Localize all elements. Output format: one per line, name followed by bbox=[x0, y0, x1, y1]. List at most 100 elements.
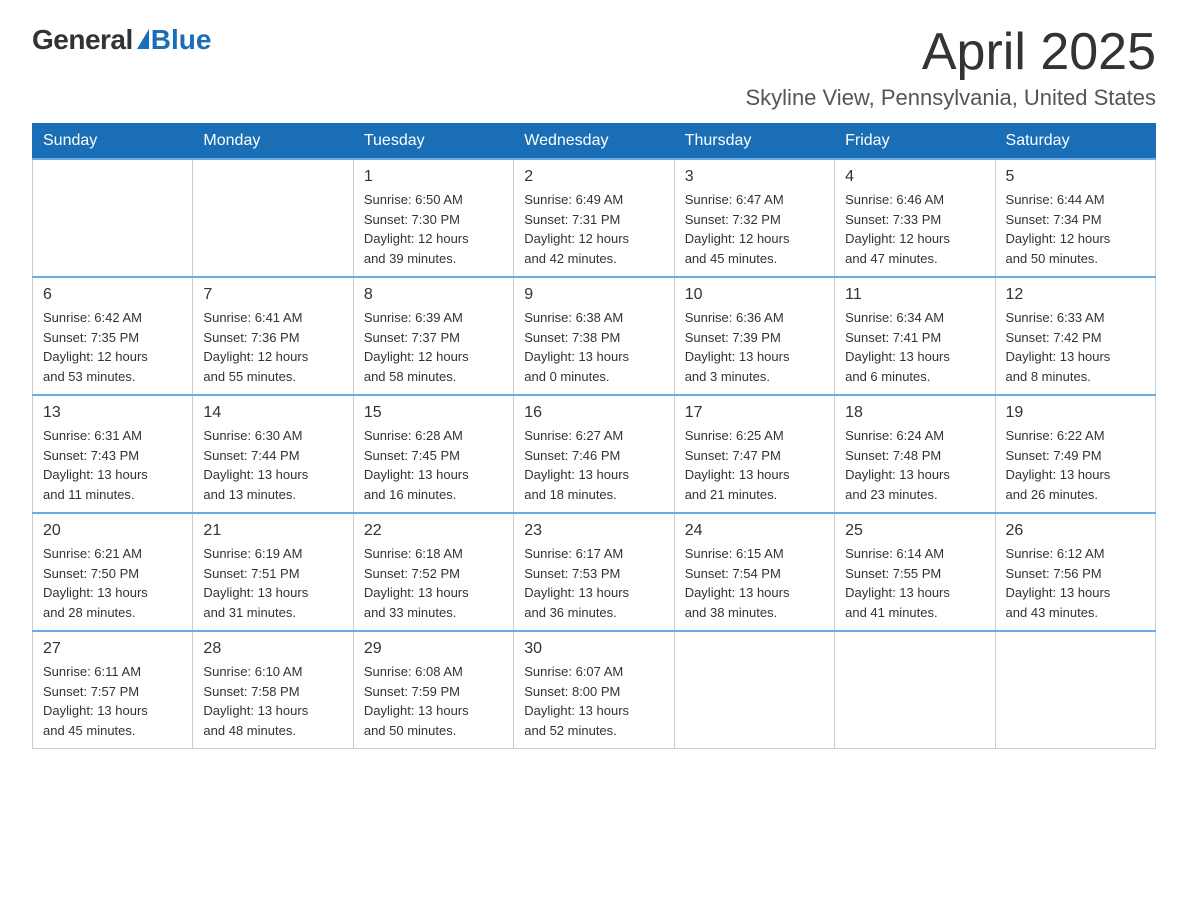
calendar-header-row: SundayMondayTuesdayWednesdayThursdayFrid… bbox=[33, 124, 1156, 160]
calendar-cell: 21 Sunrise: 6:19 AMSunset: 7:51 PMDayligh… bbox=[193, 513, 353, 631]
day-number: 30 bbox=[524, 640, 663, 658]
day-info: Sunrise: 6:07 AMSunset: 8:00 PMDaylight:… bbox=[524, 662, 663, 740]
calendar-cell: 13 Sunrise: 6:31 AMSunset: 7:43 PMDayligh… bbox=[33, 395, 193, 513]
calendar-cell: 18 Sunrise: 6:24 AMSunset: 7:48 PMDayligh… bbox=[835, 395, 995, 513]
day-number: 5 bbox=[1006, 168, 1145, 186]
day-info: Sunrise: 6:31 AMSunset: 7:43 PMDaylight:… bbox=[43, 426, 182, 504]
calendar-cell: 19 Sunrise: 6:22 AMSunset: 7:49 PMDayligh… bbox=[995, 395, 1155, 513]
calendar-cell: 3 Sunrise: 6:47 AMSunset: 7:32 PMDaylight… bbox=[674, 159, 834, 277]
page-header: General Blue April 2025 Skyline View, Pe… bbox=[32, 24, 1156, 111]
header-saturday: Saturday bbox=[995, 124, 1155, 160]
day-info: Sunrise: 6:44 AMSunset: 7:34 PMDaylight:… bbox=[1006, 190, 1145, 268]
calendar-cell: 15Sunrise: 6:28 AMSunset: 7:45 PMDayligh… bbox=[353, 395, 513, 513]
day-number: 20 bbox=[43, 522, 182, 540]
calendar-week-row: 27 Sunrise: 6:11 AMSunset: 7:57 PMDayligh… bbox=[33, 631, 1156, 749]
logo: General Blue bbox=[32, 24, 211, 56]
day-number: 14 bbox=[203, 404, 342, 422]
day-info: Sunrise: 6:38 AMSunset: 7:38 PMDaylight:… bbox=[524, 308, 663, 386]
day-info: Sunrise: 6:17 AMSunset: 7:53 PMDaylight:… bbox=[524, 544, 663, 622]
day-info: Sunrise: 6:24 AMSunset: 7:48 PMDaylight:… bbox=[845, 426, 984, 504]
calendar-cell: 28 Sunrise: 6:10 AMSunset: 7:58 PMDayligh… bbox=[193, 631, 353, 749]
day-info: Sunrise: 6:15 AMSunset: 7:54 PMDaylight:… bbox=[685, 544, 824, 622]
calendar-cell: 17Sunrise: 6:25 AMSunset: 7:47 PMDayligh… bbox=[674, 395, 834, 513]
day-info: Sunrise: 6:21 AMSunset: 7:50 PMDaylight:… bbox=[43, 544, 182, 622]
day-number: 7 bbox=[203, 286, 342, 304]
day-info: Sunrise: 6:12 AMSunset: 7:56 PMDaylight:… bbox=[1006, 544, 1145, 622]
day-info: Sunrise: 6:49 AMSunset: 7:31 PMDaylight:… bbox=[524, 190, 663, 268]
day-number: 29 bbox=[364, 640, 503, 658]
calendar-cell: 24 Sunrise: 6:15 AMSunset: 7:54 PMDayligh… bbox=[674, 513, 834, 631]
day-info: Sunrise: 6:50 AMSunset: 7:30 PMDaylight:… bbox=[364, 190, 503, 268]
calendar-cell bbox=[674, 631, 834, 749]
logo-general-text: General bbox=[32, 24, 133, 56]
calendar-cell bbox=[33, 159, 193, 277]
day-info: Sunrise: 6:11 AMSunset: 7:57 PMDaylight:… bbox=[43, 662, 182, 740]
day-info: Sunrise: 6:22 AMSunset: 7:49 PMDaylight:… bbox=[1006, 426, 1145, 504]
title-section: April 2025 Skyline View, Pennsylvania, U… bbox=[746, 24, 1157, 111]
calendar-cell: 30 Sunrise: 6:07 AMSunset: 8:00 PMDayligh… bbox=[514, 631, 674, 749]
day-info: Sunrise: 6:41 AMSunset: 7:36 PMDaylight:… bbox=[203, 308, 342, 386]
day-info: Sunrise: 6:30 AMSunset: 7:44 PMDaylight:… bbox=[203, 426, 342, 504]
calendar-cell: 8Sunrise: 6:39 AMSunset: 7:37 PMDaylight… bbox=[353, 277, 513, 395]
calendar-week-row: 6 Sunrise: 6:42 AMSunset: 7:35 PMDaylight… bbox=[33, 277, 1156, 395]
day-number: 6 bbox=[43, 286, 182, 304]
calendar-cell: 26 Sunrise: 6:12 AMSunset: 7:56 PMDayligh… bbox=[995, 513, 1155, 631]
day-number: 19 bbox=[1006, 404, 1145, 422]
calendar-cell: 29Sunrise: 6:08 AMSunset: 7:59 PMDayligh… bbox=[353, 631, 513, 749]
logo-blue-text: Blue bbox=[151, 24, 212, 56]
day-number: 18 bbox=[845, 404, 984, 422]
day-info: Sunrise: 6:19 AMSunset: 7:51 PMDaylight:… bbox=[203, 544, 342, 622]
day-number: 28 bbox=[203, 640, 342, 658]
calendar-cell: 9 Sunrise: 6:38 AMSunset: 7:38 PMDaylight… bbox=[514, 277, 674, 395]
calendar-cell: 10 Sunrise: 6:36 AMSunset: 7:39 PMDayligh… bbox=[674, 277, 834, 395]
day-info: Sunrise: 6:46 AMSunset: 7:33 PMDaylight:… bbox=[845, 190, 984, 268]
day-number: 13 bbox=[43, 404, 182, 422]
header-wednesday: Wednesday bbox=[514, 124, 674, 160]
calendar-cell bbox=[835, 631, 995, 749]
day-number: 25 bbox=[845, 522, 984, 540]
day-number: 16 bbox=[524, 404, 663, 422]
day-number: 3 bbox=[685, 168, 824, 186]
day-info: Sunrise: 6:42 AMSunset: 7:35 PMDaylight:… bbox=[43, 308, 182, 386]
day-number: 10 bbox=[685, 286, 824, 304]
day-number: 2 bbox=[524, 168, 663, 186]
day-number: 11 bbox=[845, 286, 984, 304]
calendar-cell: 7 Sunrise: 6:41 AMSunset: 7:36 PMDaylight… bbox=[193, 277, 353, 395]
calendar-cell: 2 Sunrise: 6:49 AMSunset: 7:31 PMDaylight… bbox=[514, 159, 674, 277]
calendar-cell: 22 Sunrise: 6:18 AMSunset: 7:52 PMDayligh… bbox=[353, 513, 513, 631]
calendar-cell: 16 Sunrise: 6:27 AMSunset: 7:46 PMDayligh… bbox=[514, 395, 674, 513]
day-info: Sunrise: 6:10 AMSunset: 7:58 PMDaylight:… bbox=[203, 662, 342, 740]
day-number: 27 bbox=[43, 640, 182, 658]
day-number: 21 bbox=[203, 522, 342, 540]
calendar-week-row: 13 Sunrise: 6:31 AMSunset: 7:43 PMDayligh… bbox=[33, 395, 1156, 513]
day-info: Sunrise: 6:28 AMSunset: 7:45 PMDaylight:… bbox=[364, 426, 503, 504]
calendar-cell bbox=[193, 159, 353, 277]
day-number: 1 bbox=[364, 168, 503, 186]
calendar-cell: 11 Sunrise: 6:34 AMSunset: 7:41 PMDayligh… bbox=[835, 277, 995, 395]
day-number: 9 bbox=[524, 286, 663, 304]
day-number: 22 bbox=[364, 522, 503, 540]
day-info: Sunrise: 6:36 AMSunset: 7:39 PMDaylight:… bbox=[685, 308, 824, 386]
calendar-cell: 1 Sunrise: 6:50 AMSunset: 7:30 PMDaylight… bbox=[353, 159, 513, 277]
calendar-cell: 5 Sunrise: 6:44 AMSunset: 7:34 PMDaylight… bbox=[995, 159, 1155, 277]
header-sunday: Sunday bbox=[33, 124, 193, 160]
calendar-cell: 23Sunrise: 6:17 AMSunset: 7:53 PMDayligh… bbox=[514, 513, 674, 631]
month-year-title: April 2025 bbox=[746, 24, 1157, 81]
day-number: 8 bbox=[364, 286, 503, 304]
location-subtitle: Skyline View, Pennsylvania, United State… bbox=[746, 85, 1157, 111]
calendar-cell: 12Sunrise: 6:33 AMSunset: 7:42 PMDayligh… bbox=[995, 277, 1155, 395]
header-tuesday: Tuesday bbox=[353, 124, 513, 160]
day-number: 24 bbox=[685, 522, 824, 540]
day-info: Sunrise: 6:27 AMSunset: 7:46 PMDaylight:… bbox=[524, 426, 663, 504]
calendar-week-row: 1 Sunrise: 6:50 AMSunset: 7:30 PMDaylight… bbox=[33, 159, 1156, 277]
day-info: Sunrise: 6:47 AMSunset: 7:32 PMDaylight:… bbox=[685, 190, 824, 268]
calendar-cell: 27 Sunrise: 6:11 AMSunset: 7:57 PMDayligh… bbox=[33, 631, 193, 749]
calendar-cell: 4Sunrise: 6:46 AMSunset: 7:33 PMDaylight… bbox=[835, 159, 995, 277]
calendar-cell: 25Sunrise: 6:14 AMSunset: 7:55 PMDayligh… bbox=[835, 513, 995, 631]
day-number: 26 bbox=[1006, 522, 1145, 540]
header-thursday: Thursday bbox=[674, 124, 834, 160]
header-monday: Monday bbox=[193, 124, 353, 160]
day-info: Sunrise: 6:34 AMSunset: 7:41 PMDaylight:… bbox=[845, 308, 984, 386]
day-info: Sunrise: 6:18 AMSunset: 7:52 PMDaylight:… bbox=[364, 544, 503, 622]
calendar-cell bbox=[995, 631, 1155, 749]
